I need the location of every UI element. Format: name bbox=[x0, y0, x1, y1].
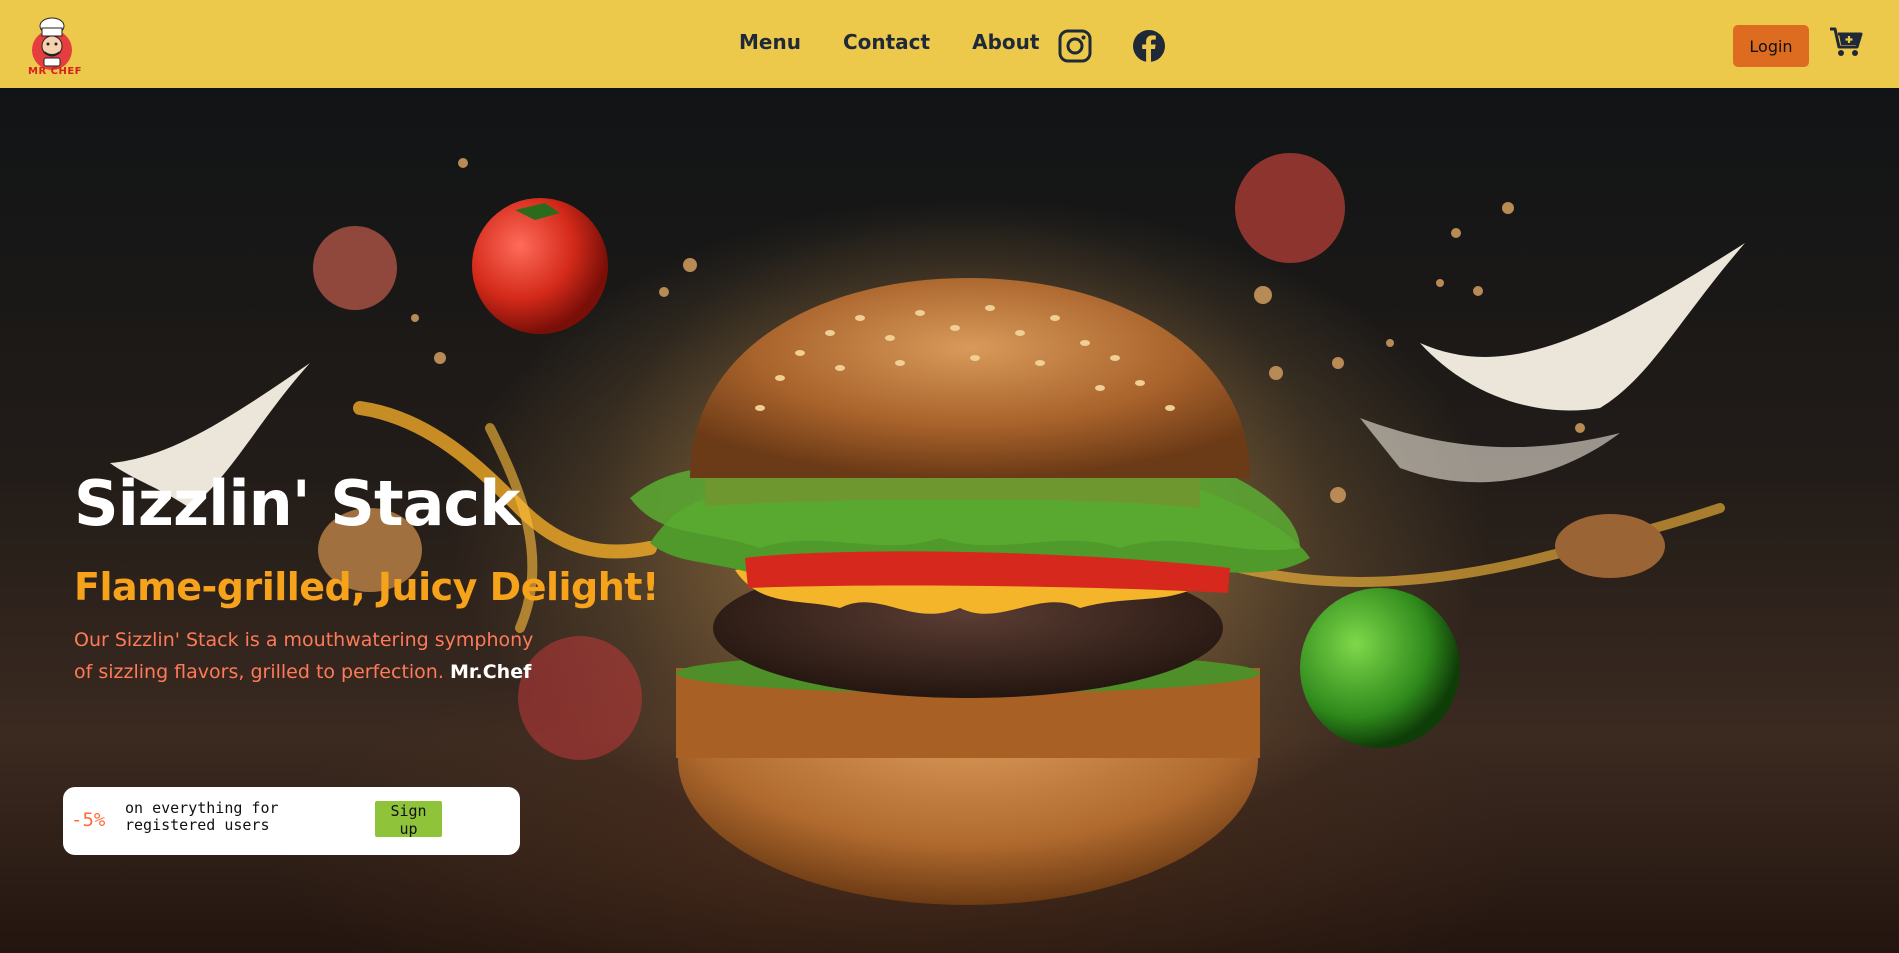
nav-link-about[interactable]: About bbox=[972, 30, 1039, 54]
promo-text: on everything for registered users bbox=[125, 799, 279, 834]
hero-subtitle: Flame-grilled, Juicy Delight! bbox=[74, 565, 659, 609]
navbar: MR CHEF Menu Contact About Login bbox=[0, 0, 1899, 88]
logo-text: MR CHEF bbox=[28, 66, 83, 77]
main-nav: Menu Contact About bbox=[739, 30, 1081, 54]
instagram-icon[interactable] bbox=[1058, 29, 1092, 63]
signup-button[interactable]: Sign up bbox=[375, 801, 442, 838]
promo-discount: -5% bbox=[71, 809, 106, 831]
cart-icon[interactable] bbox=[1829, 25, 1863, 59]
nav-link-contact[interactable]: Contact bbox=[843, 30, 930, 54]
hero-description: Our Sizzlin' Stack is a mouthwatering sy… bbox=[74, 624, 554, 688]
nav-link-menu[interactable]: Menu bbox=[739, 30, 801, 54]
hero-brand: Mr.Chef bbox=[449, 661, 532, 683]
login-button[interactable]: Login bbox=[1733, 25, 1809, 67]
facebook-icon[interactable] bbox=[1132, 29, 1166, 63]
hero-title: Sizzlin' Stack bbox=[74, 467, 520, 540]
promo-card: -5% on everything for registered users S… bbox=[63, 787, 520, 855]
